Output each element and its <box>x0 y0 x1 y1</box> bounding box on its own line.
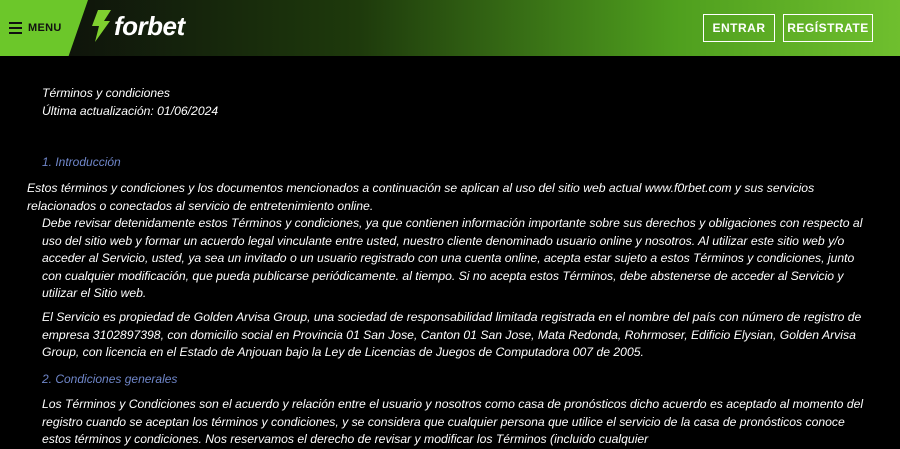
section-heading-introduction: 1. Introducción <box>42 155 121 169</box>
login-button[interactable]: ENTRAR <box>703 14 775 42</box>
paragraph: El Servicio es propiedad de Golden Arvis… <box>42 310 862 360</box>
paragraph: Debe revisar detenidamente estos Término… <box>42 216 863 301</box>
section-heading-general-conditions: 2. Condiciones generales <box>42 372 178 386</box>
site-header: MENU forbet ENTRAR REGÍSTRATE <box>0 0 900 56</box>
menu-label: MENU <box>28 22 62 34</box>
document-meta: Términos y condiciones Última actualizac… <box>42 85 862 120</box>
paragraph: Estos términos y condiciones y los docum… <box>27 181 815 213</box>
last-updated: Última actualización: 01/06/2024 <box>42 103 219 118</box>
logo-text: forbet <box>114 10 185 41</box>
lightning-bolt-icon <box>92 10 111 42</box>
register-button[interactable]: REGÍSTRATE <box>783 14 873 42</box>
logo[interactable]: forbet <box>90 10 185 42</box>
document-title: Términos y condiciones <box>42 86 171 100</box>
menu-button[interactable]: MENU <box>0 0 88 56</box>
paragraph: Los Términos y Condiciones son el acuerd… <box>42 397 864 447</box>
hamburger-icon <box>9 22 22 34</box>
